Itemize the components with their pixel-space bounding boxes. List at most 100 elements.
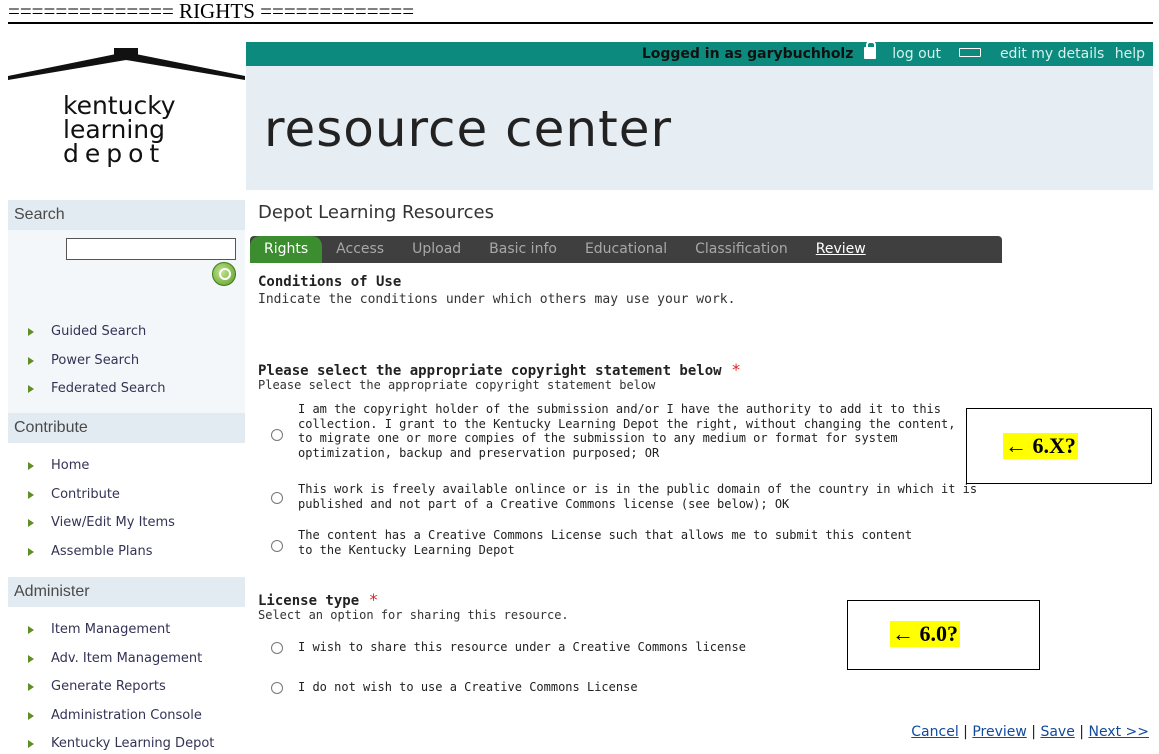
- pencil-icon: [959, 48, 982, 57]
- sidebar-item-label: Federated Search: [51, 381, 166, 396]
- bullet-arrow-icon: [28, 711, 34, 720]
- license-title: License type: [258, 593, 360, 609]
- contribute-nav-list: Home Contribute View/Edit My Items Assem…: [8, 452, 245, 566]
- tab-educational[interactable]: Educational: [571, 236, 681, 263]
- separator: |: [1079, 724, 1085, 740]
- copyright-option-2-line-1: This work is freely available onlince or…: [298, 482, 978, 496]
- license-radio-cc[interactable]: [271, 642, 283, 654]
- copyright-option-1-line-1: I am the copyright holder of the submiss…: [298, 402, 941, 416]
- separator: |: [1031, 724, 1037, 740]
- annotation-copyright: ← 6.X?: [1003, 433, 1078, 459]
- copyright-option-1-line-2: collection. I grant to the Kentucky Lear…: [298, 416, 956, 431]
- sidebar-item-label: Power Search: [51, 352, 140, 368]
- help-link[interactable]: help: [1115, 46, 1145, 62]
- copyright-radio-1[interactable]: [271, 429, 283, 441]
- sidebar-item-label: Generate Reports: [51, 679, 166, 694]
- copyright-subtitle: Please select the appropriate copyright …: [258, 378, 656, 392]
- document-heading: ============== RIGHTS =============: [8, 0, 415, 23]
- contribute-section-title: Contribute: [8, 413, 245, 443]
- copyright-option-1-line-4: optimization, backup and preservation pu…: [298, 445, 660, 460]
- form-actions: Cancel | Preview | Save | Next >>: [911, 724, 1149, 740]
- sidebar-item-administration-console[interactable]: Administration Console: [8, 702, 245, 731]
- sidebar-item-label: Kentucky Learning Depot: [51, 736, 215, 751]
- sidebar-item-assemble-plans[interactable]: Assemble Plans: [8, 538, 245, 567]
- bullet-arrow-icon: [28, 356, 34, 365]
- annotation-box-license: ← 6.0?: [847, 600, 1040, 670]
- roof-icon: [8, 48, 245, 80]
- bullet-arrow-icon: [28, 490, 34, 499]
- bullet-arrow-icon: [28, 462, 34, 470]
- sidebar-item-kentucky-learning-depot[interactable]: Kentucky Learning Depot: [8, 730, 245, 754]
- sidebar-item-label: Item Management: [51, 622, 171, 637]
- sidebar-item-contribute[interactable]: Contribute: [8, 481, 245, 510]
- sidebar-item-label: Adv. Item Management: [51, 650, 203, 666]
- search-button[interactable]: [212, 262, 236, 286]
- copyright-radio-3[interactable]: [271, 540, 283, 552]
- sidebar-item-label: Administration Console: [51, 707, 202, 723]
- bullet-arrow-icon: [28, 328, 34, 336]
- sidebar-item-power-search[interactable]: Power Search: [8, 347, 245, 376]
- logo-text: kentucky learning depot: [63, 93, 233, 168]
- tab-classification[interactable]: Classification: [681, 236, 802, 263]
- search-nav-list: Guided Search Power Search Federated Sea…: [8, 318, 245, 404]
- search-section-title: Search: [8, 200, 245, 230]
- bullet-arrow-icon: [28, 519, 34, 527]
- bullet-arrow-icon: [28, 547, 34, 556]
- wizard-tabs: Rights Access Upload Basic info Educatio…: [250, 236, 1002, 263]
- copyright-option-3-line-2: to the Kentucky Learning Depot: [298, 542, 515, 557]
- sidebar-item-label: View/Edit My Items: [51, 515, 175, 530]
- tab-review[interactable]: Review: [802, 236, 880, 263]
- copyright-option-1-line-3: to migrate one or more compies of the su…: [298, 431, 898, 445]
- next-link[interactable]: Next >>: [1088, 724, 1149, 740]
- tab-upload[interactable]: Upload: [398, 236, 475, 263]
- logo-line-3: depot: [63, 139, 166, 168]
- save-link[interactable]: Save: [1040, 724, 1074, 740]
- sidebar-item-home[interactable]: Home: [8, 452, 245, 481]
- banner-title: resource center: [264, 100, 673, 158]
- tab-rights[interactable]: Rights: [250, 236, 323, 263]
- top-bar: Logged in as garybuchholz log out edit m…: [246, 41, 1153, 66]
- administer-nav-list: Item Management Adv. Item Management Gen…: [8, 616, 245, 754]
- cancel-link[interactable]: Cancel: [911, 724, 958, 740]
- logo[interactable]: kentucky learning depot: [8, 42, 245, 218]
- separator: |: [963, 724, 968, 740]
- sidebar-item-guided-search[interactable]: Guided Search: [8, 318, 245, 347]
- copyright-radio-2[interactable]: [271, 492, 283, 504]
- copyright-heading: Please select the appropriate copyright …: [258, 360, 741, 379]
- license-option-no-cc-label: I do not wish to use a Creative Commons …: [298, 680, 638, 694]
- search-input[interactable]: [66, 238, 236, 260]
- conditions-title: Conditions of Use: [258, 274, 402, 290]
- logged-in-label: Logged in as garybuchholz: [641, 46, 854, 62]
- required-mark: *: [368, 590, 379, 609]
- banner: resource center: [246, 66, 1153, 190]
- bullet-arrow-icon: [28, 385, 34, 393]
- sidebar-item-label: Assemble Plans: [51, 543, 153, 559]
- lock-icon: [863, 41, 876, 59]
- sidebar-item-label: Guided Search: [51, 324, 147, 339]
- required-mark: *: [731, 360, 741, 379]
- tab-basic-info[interactable]: Basic info: [475, 236, 571, 263]
- license-option-cc-label: I wish to share this resource under a Cr…: [298, 640, 746, 654]
- copyright-title: Please select the appropriate copyright …: [258, 363, 722, 379]
- sidebar-item-item-management[interactable]: Item Management: [8, 616, 245, 645]
- sidebar-item-view-edit[interactable]: View/Edit My Items: [8, 509, 245, 538]
- bullet-arrow-icon: [28, 740, 34, 748]
- log-out-link[interactable]: log out: [892, 46, 941, 62]
- preview-link[interactable]: Preview: [972, 724, 1027, 740]
- annotation-license: ← 6.0?: [890, 621, 960, 647]
- page-title: Depot Learning Resources: [258, 202, 494, 223]
- bullet-arrow-icon: [28, 654, 34, 663]
- edit-details-link[interactable]: edit my details: [1000, 46, 1104, 62]
- copyright-option-2-line-2: published and not part of a Creative Com…: [298, 496, 790, 511]
- sidebar-item-generate-reports[interactable]: Generate Reports: [8, 673, 245, 702]
- copyright-option-3-line-1: The content has a Creative Commons Licen…: [298, 528, 913, 542]
- sidebar-item-adv-item-management[interactable]: Adv. Item Management: [8, 645, 245, 674]
- administer-section-title: Administer: [8, 577, 245, 607]
- bullet-arrow-icon: [28, 683, 34, 691]
- sidebar-item-federated-search[interactable]: Federated Search: [8, 375, 245, 404]
- tab-access[interactable]: Access: [322, 236, 398, 263]
- license-radio-no-cc[interactable]: [271, 682, 283, 694]
- sidebar-item-label: Home: [51, 458, 90, 473]
- bullet-arrow-icon: [28, 626, 34, 634]
- annotation-box-copyright: ← 6.X?: [966, 408, 1152, 484]
